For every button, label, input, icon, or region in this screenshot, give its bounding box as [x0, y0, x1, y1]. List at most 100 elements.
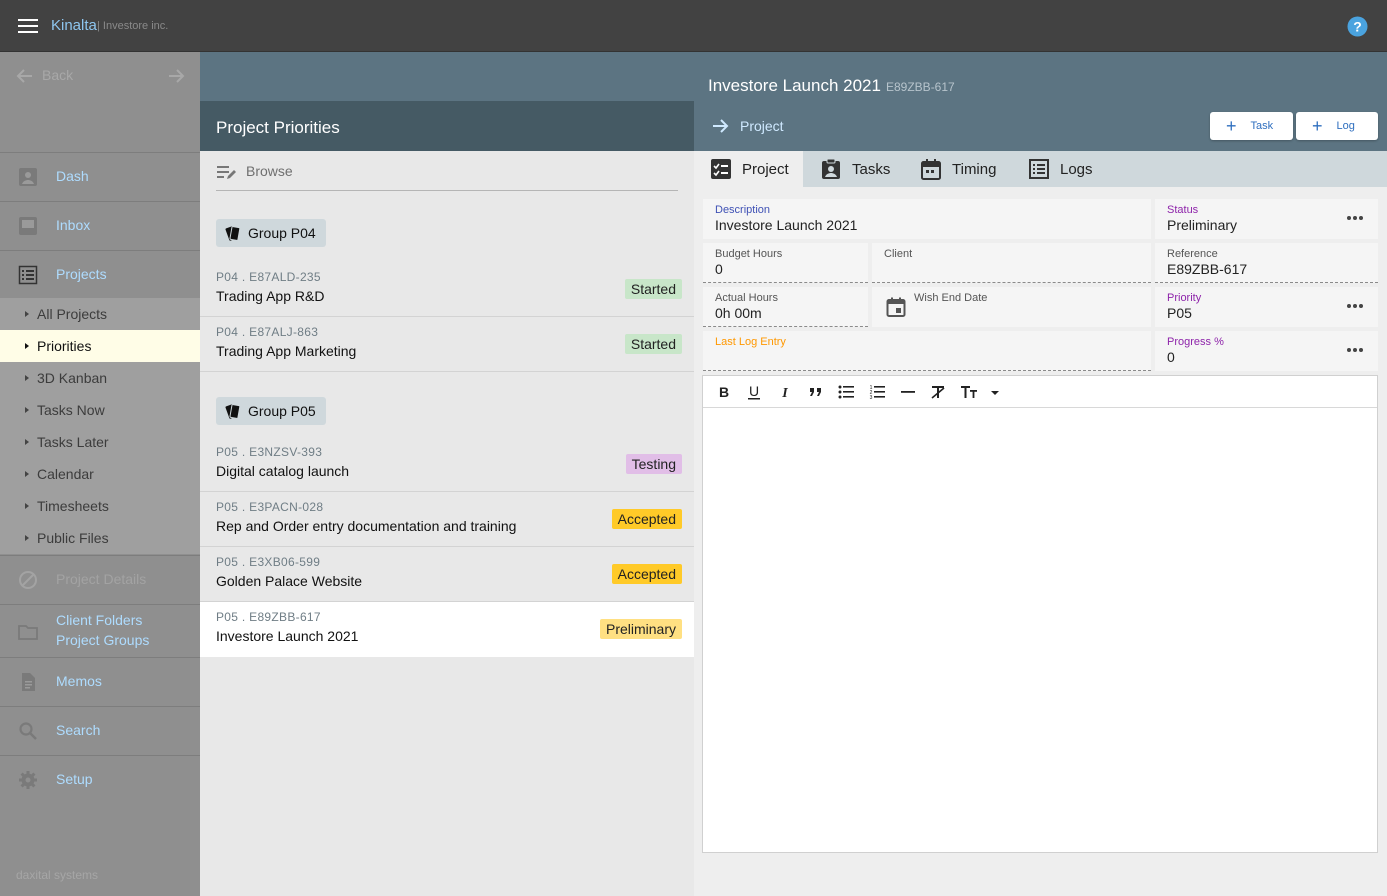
tab-project[interactable]: Project: [694, 151, 803, 187]
checklist-icon: [710, 158, 732, 180]
quote-icon[interactable]: [807, 383, 825, 401]
field-label: Progress %: [1167, 336, 1224, 348]
submenu-tasks-now[interactable]: Tasks Now: [0, 394, 200, 426]
submenu-label: All Projects: [37, 306, 108, 322]
list-item[interactable]: P05 . E3NZSV-393 Digital catalog launch …: [200, 437, 694, 492]
sidebar-item-projects[interactable]: Projects: [0, 250, 200, 298]
text-size-icon[interactable]: [960, 383, 978, 401]
list-item[interactable]: P04 . E87ALJ-863 Trading App Marketing S…: [200, 317, 694, 372]
clipboard-user-icon: [820, 158, 842, 180]
submenu-label: Tasks Now: [37, 402, 105, 418]
add-log-button[interactable]: + Log: [1296, 112, 1378, 140]
project-code: P05 . E3NZSV-393: [216, 445, 323, 459]
field-label: Priority: [1167, 292, 1202, 304]
submenu-label: Tasks Later: [37, 434, 109, 450]
list-item[interactable]: P05 . E3XB06-599 Golden Palace Website A…: [200, 547, 694, 602]
tab-tasks[interactable]: Tasks: [804, 151, 906, 187]
list-icon: [1028, 158, 1050, 180]
numbered-list-icon[interactable]: 123: [868, 383, 886, 401]
group-chip-p05[interactable]: Group P05: [216, 397, 326, 425]
submenu-public-files[interactable]: Public Files: [0, 522, 200, 554]
field-label: Status: [1167, 204, 1199, 216]
dropdown-caret-icon[interactable]: [986, 383, 1004, 401]
sidebar-item-setup[interactable]: Setup: [0, 755, 200, 803]
add-task-button[interactable]: + Task: [1210, 112, 1293, 140]
horizontal-rule-icon[interactable]: [899, 383, 917, 401]
hamburger-menu-icon[interactable]: [17, 17, 39, 35]
caret-right-icon: [25, 407, 29, 413]
sidebar-item-inbox[interactable]: Inbox: [0, 201, 200, 249]
edit-list-icon: [216, 163, 238, 181]
browse-label: Browse: [246, 163, 293, 179]
arrow-right-icon: [711, 116, 731, 136]
list-item[interactable]: P05 . E3PACN-028 Rep and Order entry doc…: [200, 492, 694, 547]
italic-icon[interactable]: I: [776, 383, 794, 401]
sidebar-item-client-folders[interactable]: Client Folders: [56, 612, 142, 628]
sidebar-item-label: Project Details: [56, 571, 147, 587]
browse-filter[interactable]: Browse: [216, 161, 678, 191]
submenu-all-projects[interactable]: All Projects: [0, 298, 200, 330]
underline-icon[interactable]: U: [745, 383, 763, 401]
budget-hours-field[interactable]: Budget Hours 0: [703, 243, 868, 283]
more-options-icon[interactable]: [1346, 341, 1364, 359]
back-arrow-icon[interactable]: [15, 66, 35, 86]
submenu-calendar[interactable]: Calendar: [0, 458, 200, 490]
tab-logs[interactable]: Logs: [1012, 151, 1109, 187]
priority-field[interactable]: Priority P05: [1155, 287, 1378, 327]
calendar-icon[interactable]: [886, 297, 906, 317]
sidebar-item-memos[interactable]: Memos: [0, 657, 200, 705]
field-label: Reference: [1167, 248, 1218, 260]
description-field[interactable]: Description Investore Launch 2021: [703, 199, 1151, 239]
bullet-list-icon[interactable]: [837, 383, 855, 401]
group-chip-p04[interactable]: Group P04: [216, 219, 326, 247]
clear-format-icon[interactable]: [929, 383, 947, 401]
caret-right-icon: [25, 535, 29, 541]
submenu-3d-kanban[interactable]: 3D Kanban: [0, 362, 200, 394]
help-icon[interactable]: ?: [1347, 16, 1368, 37]
submenu-timesheets[interactable]: Timesheets: [0, 490, 200, 522]
sidebar-item-project-groups[interactable]: Project Groups: [56, 632, 149, 648]
more-options-icon[interactable]: [1346, 297, 1364, 315]
detail-tabs: Project Tasks Timing Logs: [694, 151, 1387, 187]
progress-field[interactable]: Progress % 0: [1155, 331, 1378, 371]
notes-editor[interactable]: B U I 123: [702, 375, 1378, 853]
sidebar-item-search[interactable]: Search: [0, 706, 200, 754]
caret-right-icon: [25, 471, 29, 477]
tab-timing[interactable]: Timing: [904, 151, 1012, 187]
field-value: 0: [1167, 349, 1175, 365]
field-label: Last Log Entry: [715, 336, 786, 348]
wish-end-date-field[interactable]: Wish End Date: [872, 287, 1151, 327]
submenu-tasks-later[interactable]: Tasks Later: [0, 426, 200, 458]
reference-field[interactable]: Reference E89ZBB-617: [1155, 243, 1378, 283]
svg-text:3: 3: [870, 395, 873, 401]
tab-label: Project: [742, 160, 789, 178]
group-label: Group P05: [248, 403, 316, 419]
detail-heading: Project: [740, 118, 784, 134]
priorities-title: Project Priorities: [216, 118, 340, 137]
field-label: Budget Hours: [715, 248, 783, 260]
sidebar-item-label: Memos: [56, 673, 102, 689]
submenu-label: Public Files: [37, 530, 109, 546]
app-name: Kinalta: [51, 17, 97, 34]
project-name: Trading App Marketing: [216, 343, 357, 359]
last-log-entry-field[interactable]: Last Log Entry: [703, 331, 1151, 371]
svg-text:I: I: [781, 386, 788, 401]
forward-arrow-icon[interactable]: [166, 66, 186, 86]
sidebar-item-dash[interactable]: Dash: [0, 152, 200, 200]
list-item[interactable]: P04 . E87ALD-235 Trading App R&D Started: [200, 262, 694, 317]
sidebar-item-label: Setup: [56, 771, 93, 787]
actual-hours-field[interactable]: Actual Hours 0h 00m: [703, 287, 868, 327]
caret-right-icon: [25, 375, 29, 381]
bold-icon[interactable]: B: [715, 383, 733, 401]
history-nav: Back: [0, 52, 200, 100]
svg-text:?: ?: [1353, 19, 1362, 35]
project-code: E89ZBB-617: [886, 80, 955, 94]
list-item-selected[interactable]: P05 . E89ZBB-617 Investore Launch 2021 P…: [200, 602, 694, 657]
projects-submenu: All Projects Priorities 3D Kanban Tasks …: [0, 298, 200, 554]
status-field[interactable]: Status Preliminary: [1155, 199, 1378, 239]
client-field[interactable]: Client: [872, 243, 1151, 283]
field-label: Client: [884, 248, 913, 260]
more-options-icon[interactable]: [1346, 209, 1364, 227]
back-button[interactable]: Back: [42, 67, 73, 83]
submenu-priorities[interactable]: Priorities: [0, 330, 200, 362]
